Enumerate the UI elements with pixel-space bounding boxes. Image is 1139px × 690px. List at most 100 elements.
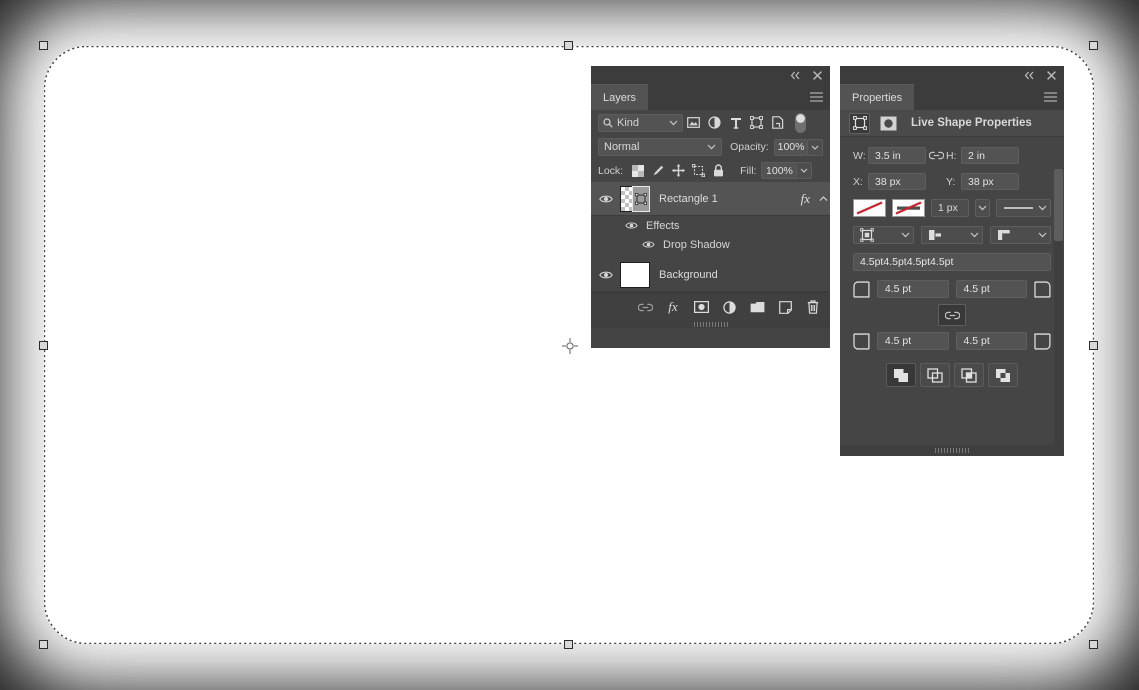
link-layers-icon[interactable] (636, 298, 654, 316)
layer-thumbnail[interactable] (620, 185, 650, 212)
transform-handle-bottom-center[interactable] (564, 640, 573, 649)
close-icon[interactable] (1045, 69, 1058, 82)
no-fill-swatch[interactable] (853, 199, 886, 217)
layers-panel-titlebar (591, 66, 830, 84)
transform-reference-point-icon[interactable] (562, 338, 578, 354)
corner-bottom-left-icon (853, 332, 870, 350)
tab-layers[interactable]: Layers (591, 84, 649, 110)
filter-kind-select[interactable]: Kind (598, 113, 683, 132)
panel-resize-grip[interactable] (591, 321, 830, 328)
transform-handle-bottom-right[interactable] (1089, 640, 1098, 649)
fill-stepper[interactable] (797, 162, 813, 179)
smart-object-filter-icon[interactable] (767, 113, 788, 132)
x-input[interactable]: 38 px (868, 173, 926, 190)
chevron-down-icon[interactable] (669, 120, 678, 126)
fill-input[interactable]: 100% (761, 162, 798, 179)
close-icon[interactable] (811, 69, 824, 82)
chevron-down-icon (811, 145, 819, 150)
list-item[interactable]: Drop Shadow (591, 235, 830, 254)
new-layer-icon[interactable] (776, 298, 794, 316)
combine-shapes-icon[interactable] (920, 363, 950, 387)
collapse-double-arrow-icon[interactable] (1023, 69, 1036, 82)
no-stroke-swatch[interactable] (892, 199, 925, 217)
adjustment-filter-icon[interactable] (704, 113, 725, 132)
properties-scrollbar-thumb[interactable] (1054, 169, 1063, 241)
radius-bottom-right-input[interactable]: 4.5 pt (955, 332, 1028, 350)
mask-thumbnail-icon[interactable] (878, 113, 899, 134)
radius-bottom-left-input[interactable]: 4.5 pt (876, 332, 949, 350)
layer-name: Background (659, 268, 718, 281)
stroke-width-input[interactable]: 1 px (931, 199, 969, 217)
corner-top-right-icon (1034, 280, 1051, 298)
layer-visibility-toggle[interactable] (591, 194, 620, 204)
delete-layer-icon[interactable] (804, 298, 822, 316)
stroke-align-dropdown[interactable] (853, 226, 915, 244)
radius-top-left-input[interactable]: 4.5 pt (876, 280, 949, 298)
y-label: Y: (946, 175, 956, 188)
properties-panel-resize-grip[interactable] (840, 445, 1064, 456)
panel-menu-icon[interactable] (1044, 92, 1057, 102)
table-row[interactable]: Background (591, 258, 830, 292)
solid-line-preview (1004, 207, 1033, 209)
add-layer-style-icon[interactable]: fx (664, 298, 682, 316)
add-layer-mask-icon[interactable] (692, 298, 710, 316)
tab-properties-label: Properties (852, 91, 903, 104)
lock-artboard-nesting-icon[interactable] (688, 162, 708, 180)
new-group-icon[interactable] (748, 298, 766, 316)
link-wh-icon[interactable] (926, 151, 946, 160)
corner-bottom-right-icon (1034, 332, 1051, 350)
lock-transparent-pixels-icon[interactable] (628, 162, 648, 180)
pixel-filter-icon[interactable] (683, 113, 704, 132)
drop-shadow-label: Drop Shadow (663, 238, 730, 251)
drop-shadow-visibility-toggle[interactable] (640, 240, 657, 249)
layers-panel-body: Kind Normal Opacity: 100% Lock: Fill: 10… (591, 110, 830, 328)
filter-toggle-switch[interactable] (790, 112, 811, 133)
live-shape-header: Live Shape Properties (840, 110, 1064, 137)
panel-menu-icon[interactable] (810, 92, 823, 102)
radius-top-right-input[interactable]: 4.5 pt (955, 280, 1028, 298)
y-input[interactable]: 38 px (961, 173, 1019, 190)
live-shape-icon[interactable] (849, 112, 870, 134)
link-radius-icon[interactable] (938, 304, 966, 326)
stroke-type-dropdown[interactable] (996, 199, 1051, 217)
new-fill-adjustment-icon[interactable] (720, 298, 738, 316)
vector-mask-thumbnail[interactable] (632, 185, 650, 212)
new-layer-op-icon[interactable] (886, 363, 916, 387)
transform-handle-bottom-left[interactable] (39, 640, 48, 649)
tab-properties[interactable]: Properties (840, 84, 915, 110)
layer-thumbnail[interactable] (620, 261, 650, 288)
transform-handle-middle-right[interactable] (1089, 341, 1098, 350)
type-filter-icon[interactable] (725, 113, 746, 132)
stroke-width-dropdown[interactable] (974, 199, 990, 217)
chevron-down-icon[interactable] (707, 144, 716, 150)
stroke-width-value: 1 px (938, 202, 958, 214)
blend-mode-select[interactable]: Normal (598, 138, 723, 156)
layer-expand-toggle[interactable] (817, 195, 830, 202)
list-item[interactable]: Effects (591, 216, 830, 235)
height-input[interactable]: 2 in (961, 147, 1019, 164)
stroke-cap-dropdown[interactable] (921, 226, 983, 244)
collapse-double-arrow-icon[interactable] (789, 69, 802, 82)
opacity-stepper[interactable] (808, 138, 823, 156)
width-input[interactable]: 3.5 in (868, 147, 926, 164)
layer-visibility-toggle[interactable] (591, 270, 620, 280)
layer-effects-badge[interactable]: fx (801, 191, 810, 207)
properties-panel-titlebar (840, 66, 1064, 84)
dash-pattern-input[interactable]: 4.5pt4.5pt4.5pt4.5pt (853, 253, 1051, 271)
transform-handle-middle-left[interactable] (39, 341, 48, 350)
transform-handle-top-center[interactable] (564, 41, 573, 50)
lock-position-icon[interactable] (668, 162, 688, 180)
table-row[interactable]: Rectangle 1 fx (591, 182, 830, 216)
shape-filter-icon[interactable] (746, 113, 767, 132)
layers-panel: Layers Kind Normal Opacity: 100% Lock: F… (591, 66, 830, 348)
y-value: 38 px (968, 175, 994, 188)
effects-visibility-toggle[interactable] (623, 221, 640, 230)
stroke-corner-dropdown[interactable] (989, 226, 1051, 244)
transform-handle-top-left[interactable] (39, 41, 48, 50)
opacity-input[interactable]: 100% (773, 138, 809, 156)
lock-all-icon[interactable] (708, 162, 728, 180)
exclude-shapes-icon[interactable] (988, 363, 1018, 387)
lock-image-pixels-icon[interactable] (648, 162, 668, 180)
transform-handle-top-right[interactable] (1089, 41, 1098, 50)
intersect-shapes-icon[interactable] (954, 363, 984, 387)
